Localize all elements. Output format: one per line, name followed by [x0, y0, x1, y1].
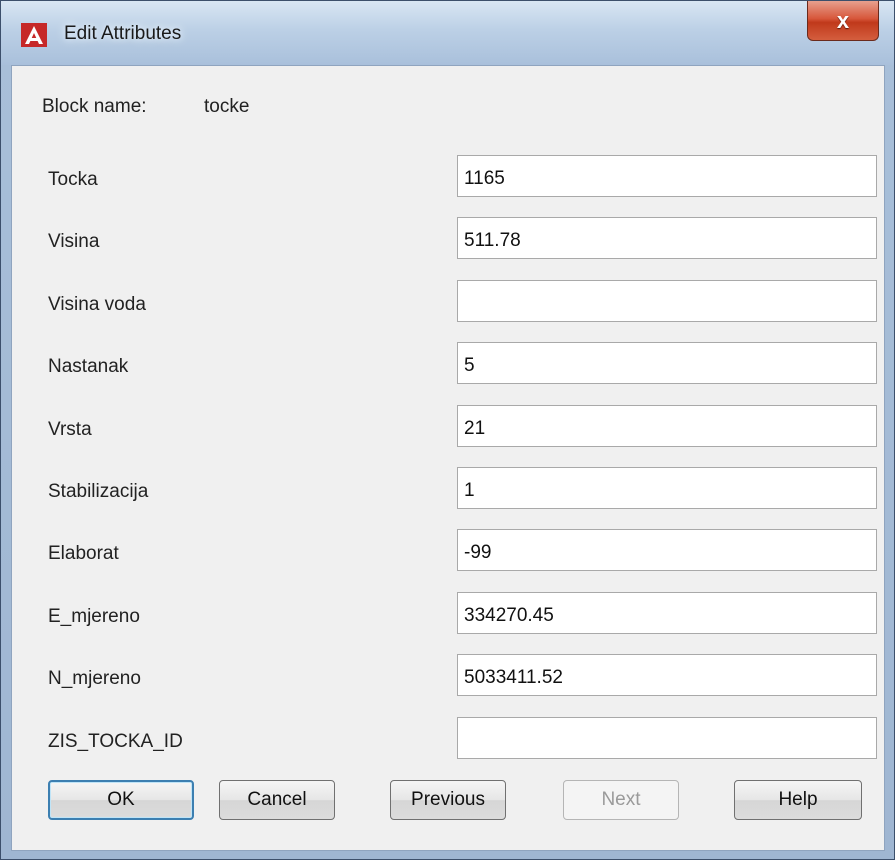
title-bar[interactable]: Edit Attributes x	[1, 1, 894, 65]
attribute-label-visina: Visina	[48, 231, 100, 252]
close-button[interactable]: x	[807, 1, 879, 41]
attribute-label-elaborat: Elaborat	[48, 543, 119, 564]
block-name-value: tocke	[204, 96, 250, 117]
cancel-button[interactable]: Cancel	[219, 780, 335, 820]
attribute-label-tocka: Tocka	[48, 169, 98, 190]
dialog-window: Edit Attributes x Block name: tocke Tock…	[0, 0, 895, 860]
attribute-field-visina[interactable]	[457, 217, 877, 259]
help-button[interactable]: Help	[734, 780, 862, 820]
attribute-label-vrsta: Vrsta	[48, 419, 92, 440]
block-name-label: Block name:	[42, 96, 147, 117]
attribute-field-tocka[interactable]	[457, 155, 877, 197]
close-icon: x	[836, 7, 850, 33]
next-button[interactable]: Next	[563, 780, 679, 820]
ok-button[interactable]: OK	[48, 780, 194, 820]
window-title: Edit Attributes	[64, 23, 182, 44]
attribute-label-stabilizacija: Stabilizacija	[48, 481, 149, 502]
attribute-field-visina-voda[interactable]	[457, 280, 877, 322]
attribute-label-zis-tocka-id: ZIS_TOCKA_ID	[48, 731, 183, 752]
attribute-label-e-mjereno: E_mjereno	[48, 606, 140, 627]
attribute-label-nastanak: Nastanak	[48, 356, 129, 377]
attribute-field-n-mjereno[interactable]	[457, 654, 877, 696]
attribute-field-nastanak[interactable]	[457, 342, 877, 384]
attribute-field-elaborat[interactable]	[457, 529, 877, 571]
attribute-field-zis-tocka-id[interactable]	[457, 717, 877, 759]
attribute-label-n-mjereno: N_mjereno	[48, 668, 141, 689]
attribute-label-visina-voda: Visina voda	[48, 294, 146, 315]
autocad-icon	[21, 23, 47, 47]
attribute-field-e-mjereno[interactable]	[457, 592, 877, 634]
dialog-content: Block name: tocke Tocka Visina Visina vo…	[11, 65, 885, 851]
attribute-field-stabilizacija[interactable]	[457, 467, 877, 509]
previous-button[interactable]: Previous	[390, 780, 506, 820]
attribute-field-vrsta[interactable]	[457, 405, 877, 447]
